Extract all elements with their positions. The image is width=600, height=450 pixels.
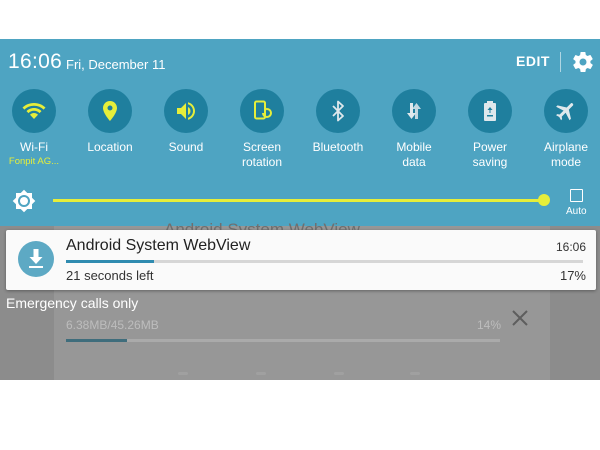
emergency-calls-text: Emergency calls only bbox=[6, 295, 139, 311]
dimmed-icon bbox=[256, 372, 266, 375]
brightness-icon bbox=[12, 189, 36, 213]
location-icon bbox=[103, 101, 117, 121]
download-icon bbox=[29, 249, 43, 268]
toggle-screen-rotation[interactable]: Screen rotation bbox=[224, 89, 300, 170]
download-size: 6.38MB/45.26MB bbox=[66, 318, 159, 332]
status-row: 16:06 Fri, December 11 EDIT bbox=[0, 39, 600, 83]
download-progress-fill bbox=[66, 260, 154, 263]
notification-title: Android System WebView bbox=[66, 237, 251, 254]
toggle-label: Sound bbox=[168, 140, 204, 154]
auto-brightness-checkbox[interactable] bbox=[570, 189, 583, 202]
toggle-bluetooth[interactable]: Bluetooth bbox=[300, 89, 376, 155]
edit-button[interactable]: EDIT bbox=[516, 53, 550, 69]
brightness-slider-thumb[interactable] bbox=[538, 194, 551, 206]
download-progress-fill bbox=[66, 339, 127, 342]
toggle-mobile-data[interactable]: Mobile data bbox=[376, 89, 452, 170]
toggle-label: Airplane mode bbox=[543, 140, 589, 169]
download-progress-bar bbox=[66, 339, 500, 342]
toggle-power-saving[interactable]: Power saving bbox=[452, 89, 528, 170]
dimmed-icon bbox=[334, 372, 344, 375]
speaker-icon bbox=[177, 102, 195, 120]
mobile-data-icon bbox=[407, 103, 421, 119]
toggle-label: Location bbox=[87, 140, 133, 154]
battery-recycle-icon bbox=[484, 101, 496, 121]
toggle-label: Bluetooth bbox=[312, 140, 364, 154]
close-icon[interactable] bbox=[508, 306, 532, 330]
gear-icon[interactable] bbox=[571, 50, 595, 74]
airplane-icon bbox=[556, 103, 574, 121]
dimmed-icons-row bbox=[0, 372, 600, 380]
clock: 16:06 bbox=[8, 50, 63, 73]
toggle-wifi[interactable]: Wi-Fi Fonpit AG... bbox=[0, 89, 72, 167]
wifi-network-name: Fonpit AG... bbox=[8, 156, 60, 167]
toggle-label: Screen rotation bbox=[241, 140, 283, 169]
notification-shade: 16:06 Fri, December 11 EDIT Wi-Fi Fonpit… bbox=[0, 39, 600, 380]
download-percent: 17% bbox=[559, 268, 586, 283]
heads-up-notification[interactable]: Android System WebView 16:06 21 seconds … bbox=[6, 230, 596, 290]
wifi-icon bbox=[22, 103, 46, 119]
download-percent: 14% bbox=[477, 318, 502, 332]
date: Fri, December 11 bbox=[66, 57, 166, 72]
brightness-slider[interactable] bbox=[53, 199, 549, 202]
toggle-airplane-mode[interactable]: Airplane mode bbox=[528, 89, 600, 170]
auto-brightness-label: Auto bbox=[566, 206, 587, 217]
toggle-label: Wi-Fi bbox=[20, 140, 48, 154]
dimmed-icon bbox=[178, 372, 188, 375]
toggle-label: Power saving bbox=[472, 140, 508, 169]
divider bbox=[560, 52, 561, 72]
quick-settings: Wi-Fi Fonpit AG... Location Sound Screen… bbox=[0, 89, 600, 179]
download-app-icon bbox=[18, 241, 54, 277]
bluetooth-icon bbox=[332, 100, 344, 122]
toggle-sound[interactable]: Sound bbox=[148, 89, 224, 155]
screen-rotation-icon bbox=[254, 100, 272, 120]
notification-time: 16:06 bbox=[555, 240, 586, 254]
dimmed-icon bbox=[410, 372, 420, 375]
toggle-label: Mobile data bbox=[396, 140, 432, 169]
time-remaining: 21 seconds left bbox=[66, 268, 154, 283]
toggle-location[interactable]: Location bbox=[72, 89, 148, 155]
download-progress-bar bbox=[66, 260, 583, 263]
